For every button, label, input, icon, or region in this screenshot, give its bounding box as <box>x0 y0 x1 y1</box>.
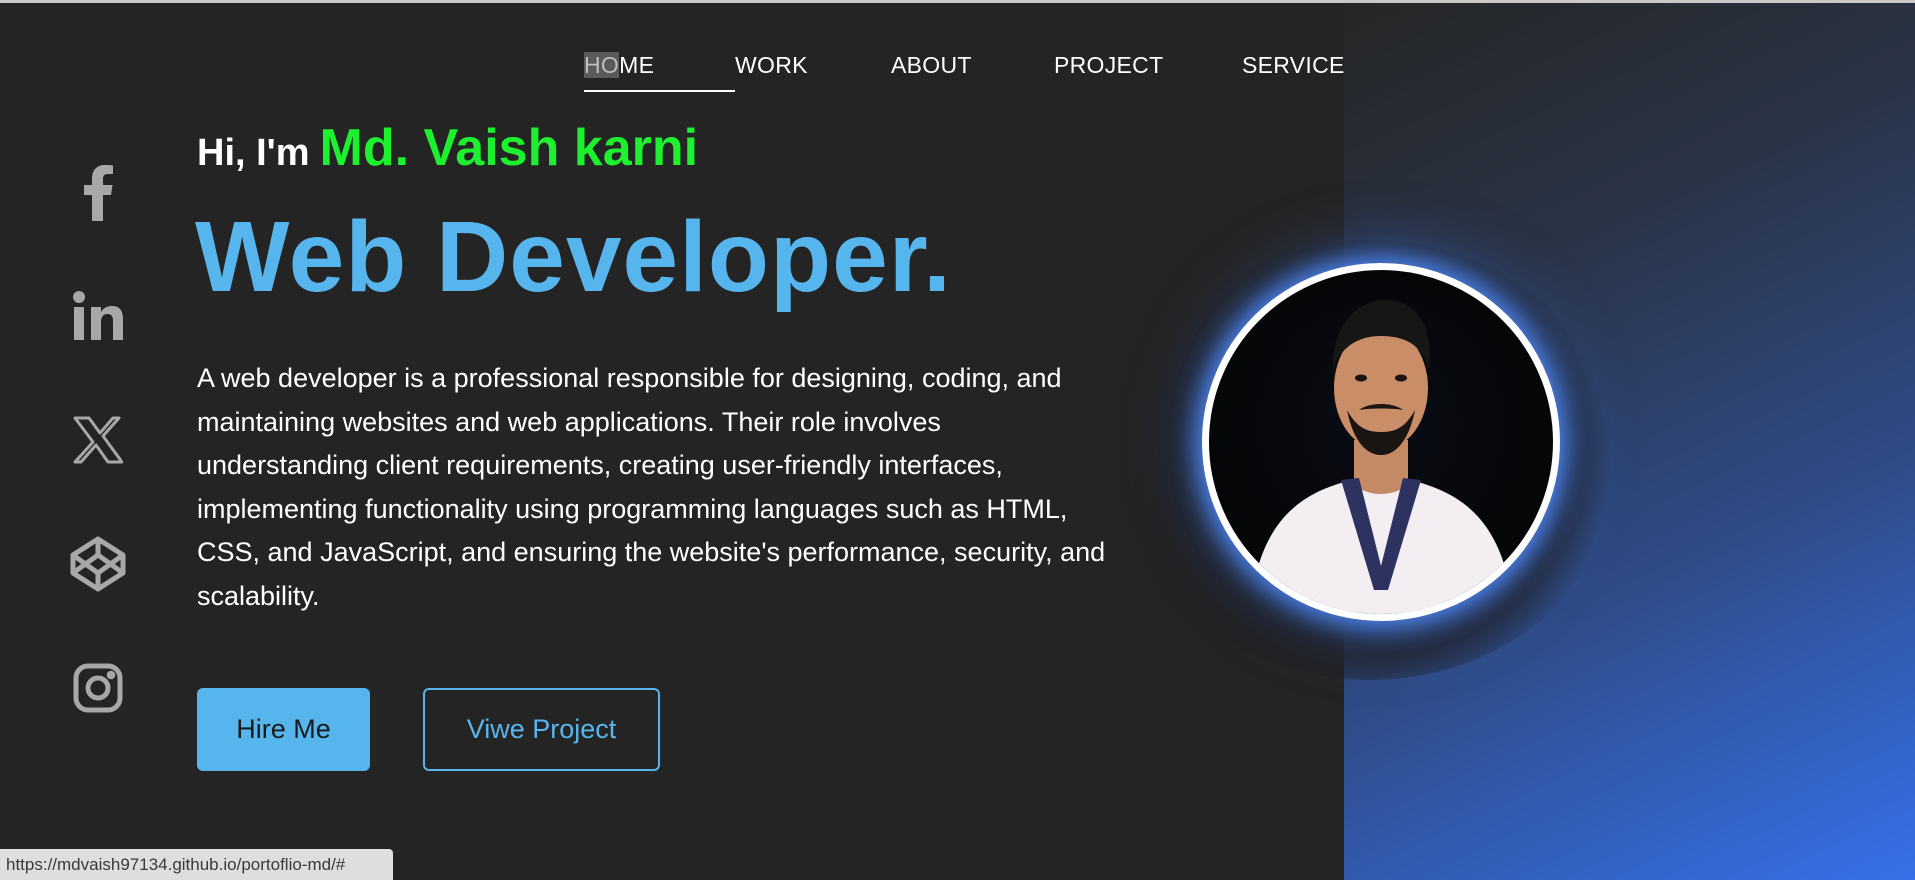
hero-greeting: Hi, I'm Md. Vaish karni <box>197 118 698 178</box>
developer-name: Md. Vaish karni <box>319 119 699 177</box>
nav-home[interactable]: HOME <box>584 52 735 92</box>
greeting-text: Hi, I'm <box>197 132 310 174</box>
hero-description: A web developer is a professional respon… <box>197 363 1106 611</box>
nav-project[interactable]: PROJECT <box>1054 52 1242 92</box>
profile-photo <box>1202 263 1560 621</box>
facebook-icon[interactable] <box>66 160 130 224</box>
view-project-button[interactable]: Viwe Project <box>423 688 660 771</box>
nav-service[interactable]: SERVICE <box>1242 52 1345 92</box>
nav-about[interactable]: ABOUT <box>891 52 1054 92</box>
hero-role-title: Web Developer. <box>195 201 952 313</box>
main-nav: HOME WORK ABOUT PROJECT SERVICE <box>584 52 1345 92</box>
instagram-icon[interactable] <box>66 656 130 720</box>
nav-work[interactable]: WORK <box>735 52 891 92</box>
status-bar-url: https://mdvaish97134.github.io/portoflio… <box>0 849 393 880</box>
x-icon[interactable] <box>66 408 130 472</box>
person-silhouette-icon <box>1249 299 1514 614</box>
hire-me-button[interactable]: Hire Me <box>197 688 370 771</box>
codepen-icon[interactable] <box>66 532 130 596</box>
linkedin-icon[interactable] <box>66 284 130 348</box>
